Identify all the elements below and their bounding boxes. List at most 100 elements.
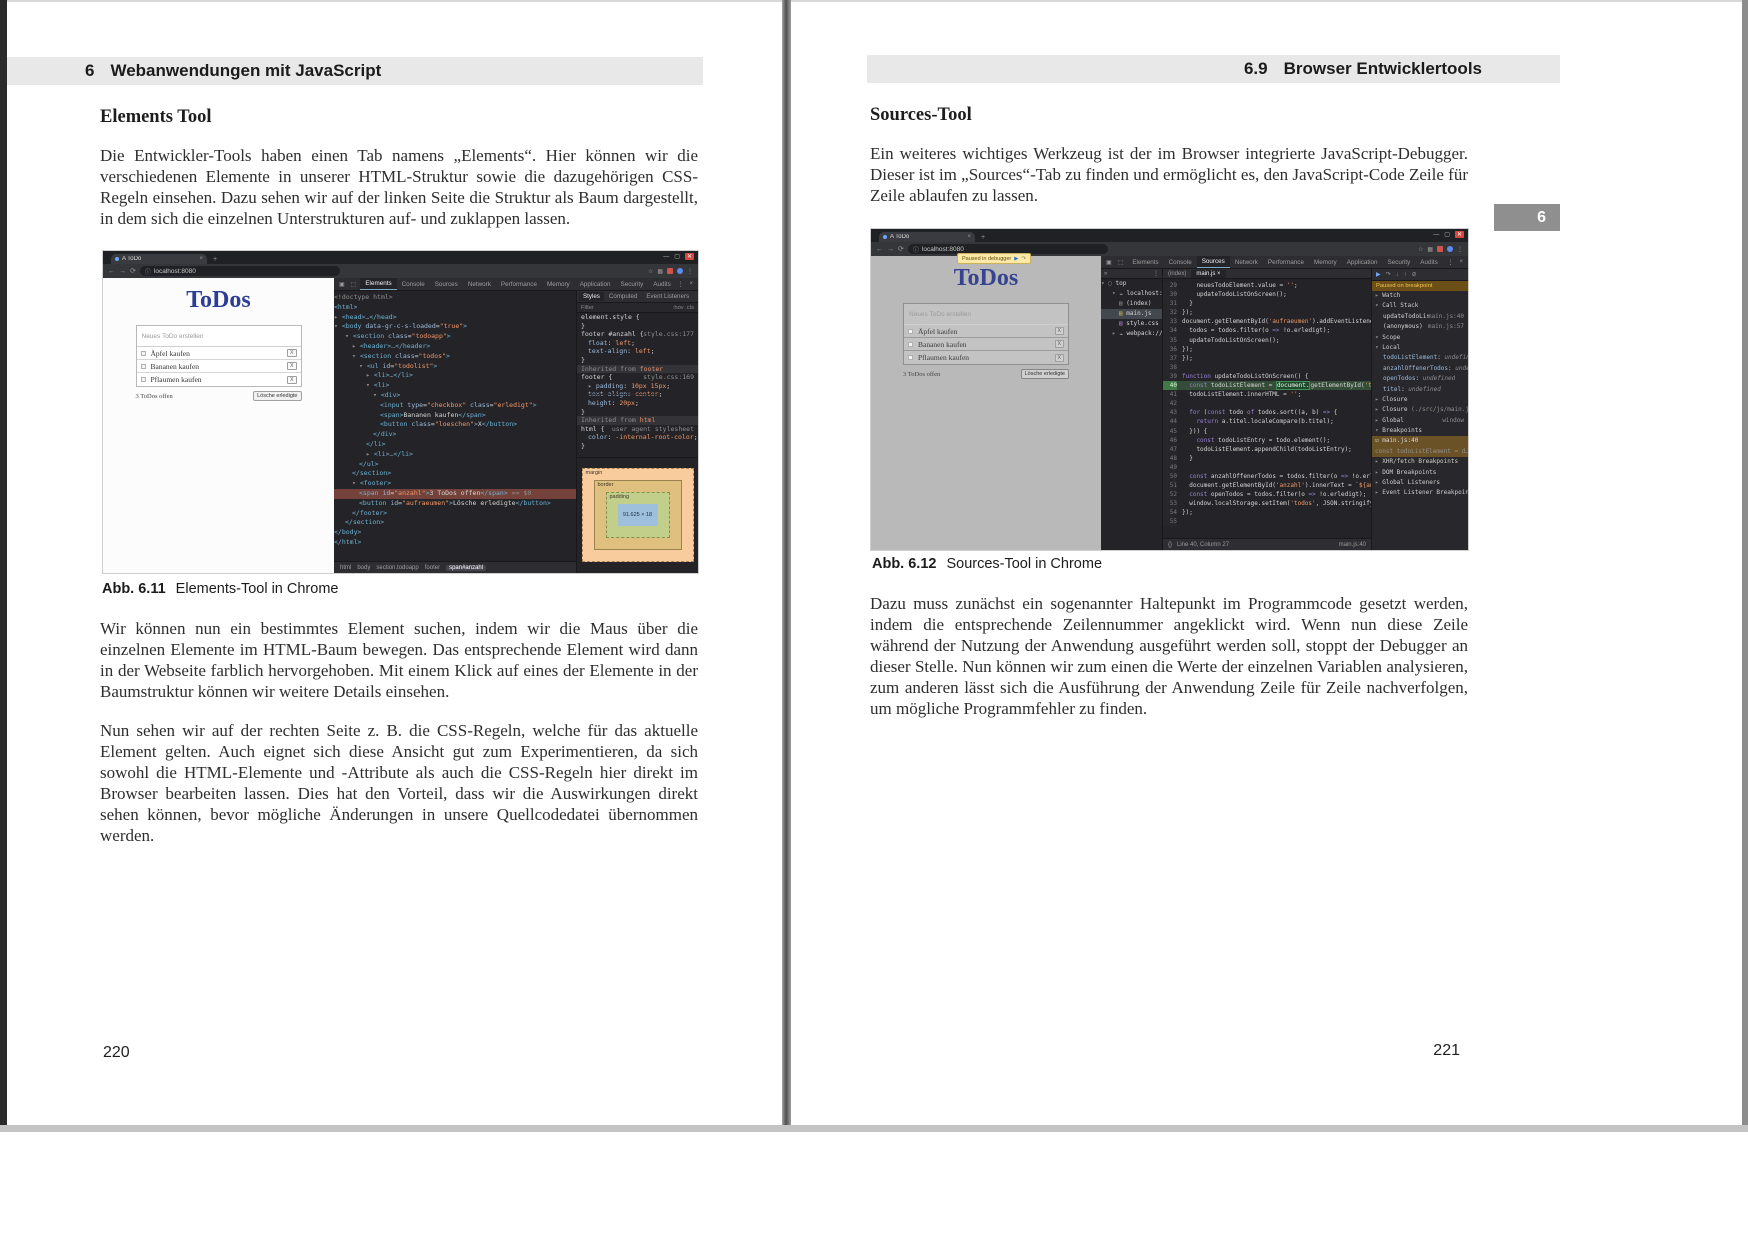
tab-close-icon[interactable]: × xyxy=(199,256,203,262)
devtools-tab[interactable]: Security xyxy=(1383,257,1416,268)
pane-row[interactable]: ▸ padding: 10px 15px; xyxy=(577,382,698,391)
new-todo-input[interactable]: Neues ToDo erstellen xyxy=(137,326,301,347)
pane-row[interactable]: ▸ <header>…</header> xyxy=(334,342,576,352)
pane-row[interactable]: 43 for (const todo of todos.sort((a, b) … xyxy=(1163,408,1371,417)
pane-row[interactable]: </section> xyxy=(334,518,576,528)
step-out-icon[interactable]: ↑ xyxy=(1404,272,1407,278)
minimize-icon[interactable]: — xyxy=(1433,232,1439,238)
pane-row[interactable]: ▸ Closure (./src/js/main.js) xyxy=(1372,405,1468,415)
inspect-icon[interactable]: ▣ xyxy=(337,281,347,288)
line-number[interactable]: 37 xyxy=(1163,354,1177,363)
inspect-icon[interactable]: ▣ xyxy=(1104,259,1114,266)
pane-row[interactable]: 34 todos = todos.filter(o => !o.erledigt… xyxy=(1163,326,1371,335)
pane-row[interactable]: updateTodoListOnScreenmain.js:40 xyxy=(1372,312,1468,322)
pane-row[interactable]: height: 20px; xyxy=(577,399,698,408)
devtools-tab[interactable]: Security xyxy=(616,279,649,290)
pane-row[interactable]: ▾ <section class="todoapp"> xyxy=(334,332,576,342)
pane-row[interactable]: ▾ ☁ localhost:8080 xyxy=(1101,289,1162,299)
line-number[interactable]: 43 xyxy=(1163,408,1177,417)
pane-row[interactable]: color: -internal-root-color; xyxy=(577,433,698,442)
pane-row[interactable]: 32}); xyxy=(1163,308,1371,317)
pane-row[interactable]: const todoListElement = d… xyxy=(1372,447,1468,457)
line-number[interactable]: 49 xyxy=(1163,463,1177,472)
browser-tab[interactable]: A ToDo × xyxy=(111,254,207,264)
todo-checkbox[interactable] xyxy=(908,342,913,347)
pane-row[interactable]: 41 todoListElement.innerHTML = ''; xyxy=(1163,390,1371,399)
delete-todo-button[interactable]: X xyxy=(287,376,296,384)
pane-row[interactable]: ▸ <head>…</head> xyxy=(334,313,576,323)
pane-row[interactable]: ▾ Local xyxy=(1372,343,1468,353)
pane-row[interactable]: 51 document.getElementById('anzahl').inn… xyxy=(1163,481,1371,490)
devtools-tab[interactable]: Memory xyxy=(1309,257,1342,268)
line-number[interactable]: 54 xyxy=(1163,508,1177,517)
line-number[interactable]: 55 xyxy=(1163,517,1177,526)
filter-input[interactable]: Filter xyxy=(581,305,594,311)
pane-row[interactable]: ▤ main.js xyxy=(1101,309,1162,319)
forward-icon[interactable]: → xyxy=(119,268,126,275)
pane-row[interactable]: openTodos: undefined xyxy=(1372,374,1468,384)
line-number[interactable]: 36 xyxy=(1163,345,1177,354)
new-tab-button[interactable]: + xyxy=(213,256,217,263)
pane-row[interactable]: ▤ (index) xyxy=(1101,299,1162,309)
devtools-tab[interactable]: Console xyxy=(1164,257,1197,268)
pane-row[interactable]: } xyxy=(577,322,698,331)
pane-row[interactable]: </div> xyxy=(334,430,576,440)
pane-row[interactable]: text-align: left; xyxy=(577,347,698,356)
pane-row[interactable]: ▸ XHR/fetch Breakpoints xyxy=(1372,457,1468,467)
step-over-icon[interactable]: ↷ xyxy=(1021,256,1026,262)
pane-row[interactable]: } xyxy=(577,356,698,365)
pane-row[interactable]: 47 todoListElement.appendChild(todoListE… xyxy=(1163,445,1371,454)
close-icon[interactable]: ✕ xyxy=(685,253,694,260)
pane-row[interactable]: ▸ Event Listener Breakpoints xyxy=(1372,488,1468,498)
bookmark-icon[interactable]: ☆ xyxy=(648,268,653,275)
devtools-tab[interactable]: Sources xyxy=(430,279,463,290)
pane-row[interactable]: ▾ <footer> xyxy=(334,479,576,489)
todo-checkbox[interactable] xyxy=(908,355,913,360)
pane-row[interactable]: <button id="aufraeumen">Lösche erledigte… xyxy=(334,499,576,509)
pane-row[interactable]: 39function updateTodoListOnScreen() { xyxy=(1163,372,1371,381)
line-number[interactable]: 38 xyxy=(1163,363,1177,372)
pane-row[interactable]: ▸ <li>…</li> xyxy=(334,371,576,381)
pane-row[interactable]: footer {style.css:169 xyxy=(577,373,698,382)
pane-row[interactable]: 33document.getElementById('aufraeumen').… xyxy=(1163,317,1371,326)
line-number[interactable]: 35 xyxy=(1163,336,1177,345)
devtools-close-icon[interactable]: × xyxy=(1457,259,1465,265)
navigator-menu-icon[interactable]: ⋮ xyxy=(1153,270,1159,277)
devtools-tab[interactable]: Audits xyxy=(1415,257,1443,268)
pane-row[interactable]: <button class="loeschen">X</button> xyxy=(334,420,576,430)
format-icon[interactable]: {} xyxy=(1168,542,1172,548)
maximize-icon[interactable]: ▢ xyxy=(674,253,680,260)
url-bar[interactable]: ⓘ localhost:8080 xyxy=(140,266,340,276)
pane-row[interactable]: 55 xyxy=(1163,517,1371,526)
breadcrumb-item[interactable]: footer xyxy=(425,565,440,571)
new-todo-input[interactable]: Neues ToDo erstellen xyxy=(904,304,1068,325)
line-number[interactable]: 39 xyxy=(1163,372,1177,381)
browser-menu-icon[interactable]: ⋮ xyxy=(687,268,693,275)
resume-icon[interactable]: ▶ xyxy=(1376,271,1381,278)
delete-todo-button[interactable]: X xyxy=(1055,354,1064,362)
clear-done-button[interactable]: Lösche erledigte xyxy=(1021,369,1069,379)
pane-row[interactable]: 37}); xyxy=(1163,354,1371,363)
styles-tab[interactable]: Event Listeners xyxy=(642,292,693,301)
pane-row[interactable]: 54}); xyxy=(1163,508,1371,517)
pane-row[interactable]: </ul> xyxy=(334,460,576,470)
todo-checkbox[interactable] xyxy=(141,351,146,356)
pane-row[interactable]: 44 return a.titel.localeCompare(b.titel)… xyxy=(1163,417,1371,426)
pane-row[interactable]: </section> xyxy=(334,469,576,479)
line-number[interactable]: 46 xyxy=(1163,436,1177,445)
reload-icon[interactable]: ⟳ xyxy=(130,267,136,275)
extensions-icon[interactable]: ▦ xyxy=(1427,246,1433,253)
bookmark-icon[interactable]: ☆ xyxy=(1418,246,1423,253)
step-over-icon[interactable]: ↷ xyxy=(1386,271,1391,278)
pane-row[interactable]: anzahlOffenerTodos: undef… xyxy=(1372,364,1468,374)
pane-row[interactable]: ▸ <li>…</li> xyxy=(334,450,576,460)
devtools-close-icon[interactable]: × xyxy=(687,281,695,287)
extensions-icon[interactable]: ▦ xyxy=(657,268,663,275)
pane-row[interactable]: (anonymous)main.js:57 xyxy=(1372,322,1468,332)
pane-row[interactable]: <!doctype html> xyxy=(334,293,576,303)
devtools-tab[interactable]: Performance xyxy=(496,279,542,290)
pane-row[interactable]: element.style { xyxy=(577,313,698,322)
delete-todo-button[interactable]: X xyxy=(1055,327,1064,335)
styles-tab[interactable]: Styles xyxy=(579,292,604,301)
devtools-tab[interactable]: Memory xyxy=(542,279,575,290)
